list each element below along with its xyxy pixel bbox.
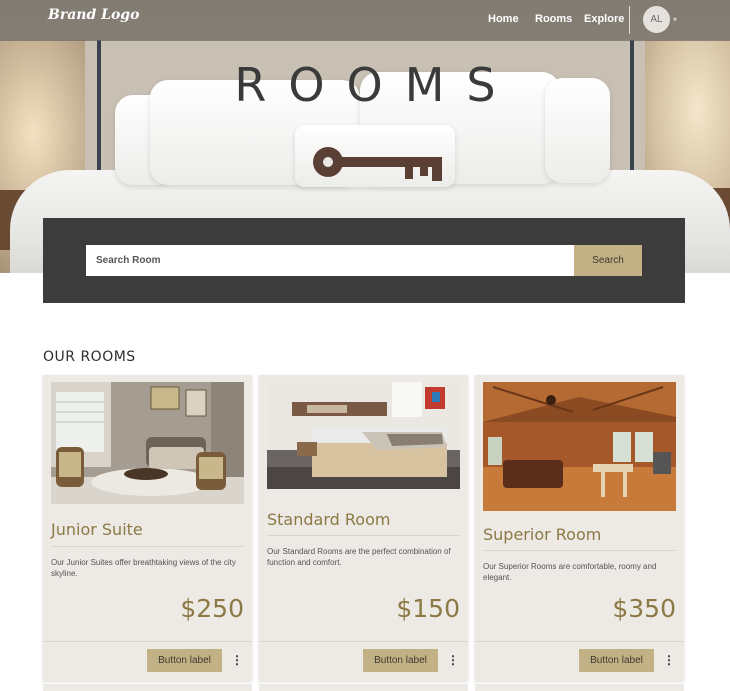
room-image	[51, 382, 244, 504]
room-card: Junior Suite Our Junior Suites offer bre…	[43, 375, 252, 681]
card-price: $350	[612, 594, 676, 623]
nav-link-home[interactable]: Home	[488, 13, 519, 25]
card-divider	[267, 535, 460, 536]
avatar[interactable]: AL	[643, 6, 670, 33]
card-title: Superior Room	[483, 525, 602, 544]
card-description: Our Junior Suites offer breathtaking vie…	[51, 558, 236, 578]
card-action-button[interactable]: Button label	[363, 649, 438, 672]
search-input[interactable]	[86, 245, 574, 276]
top-navbar: Brand Logo Home Rooms Explore AL ▾	[0, 0, 730, 41]
key-icon	[313, 147, 442, 181]
more-vert-icon[interactable]: ⋮	[447, 651, 459, 669]
card-divider	[51, 546, 244, 547]
room-card-next-row	[259, 684, 468, 691]
card-description: Our Superior Rooms are comfortable, room…	[483, 562, 657, 582]
room-image	[267, 382, 460, 489]
card-price: $250	[180, 594, 244, 623]
room-card: Superior Room Our Superior Rooms are com…	[475, 375, 684, 681]
room-card: Standard Room Our Standard Rooms are the…	[259, 375, 468, 681]
card-divider	[43, 641, 252, 642]
card-divider	[475, 641, 684, 642]
chevron-down-icon[interactable]: ▾	[673, 15, 677, 24]
brand-logo[interactable]: Brand Logo	[48, 7, 139, 23]
room-card-next-row	[475, 684, 684, 691]
card-description: Our Standard Rooms are the perfect combi…	[267, 547, 451, 567]
more-vert-icon[interactable]: ⋮	[231, 651, 243, 669]
card-action-button[interactable]: Button label	[147, 649, 222, 672]
card-action-button[interactable]: Button label	[579, 649, 654, 672]
card-divider	[483, 550, 676, 551]
page: ROOMS Brand Logo Home Rooms Explore AL ▾…	[0, 0, 730, 691]
card-divider	[259, 641, 468, 642]
room-card-next-row	[43, 684, 252, 691]
search-button[interactable]: Search	[574, 245, 642, 276]
card-title: Junior Suite	[51, 520, 143, 539]
nav-divider	[629, 6, 630, 34]
card-price: $150	[396, 594, 460, 623]
card-title: Standard Room	[267, 510, 391, 529]
section-title: OUR ROOMS	[43, 349, 136, 365]
more-vert-icon[interactable]: ⋮	[663, 651, 675, 669]
nav-link-explore[interactable]: Explore	[584, 13, 624, 25]
room-image	[483, 382, 676, 511]
search-panel: Search	[43, 218, 685, 303]
nav-link-rooms[interactable]: Rooms	[535, 13, 572, 25]
hero-title: ROOMS	[234, 58, 518, 112]
